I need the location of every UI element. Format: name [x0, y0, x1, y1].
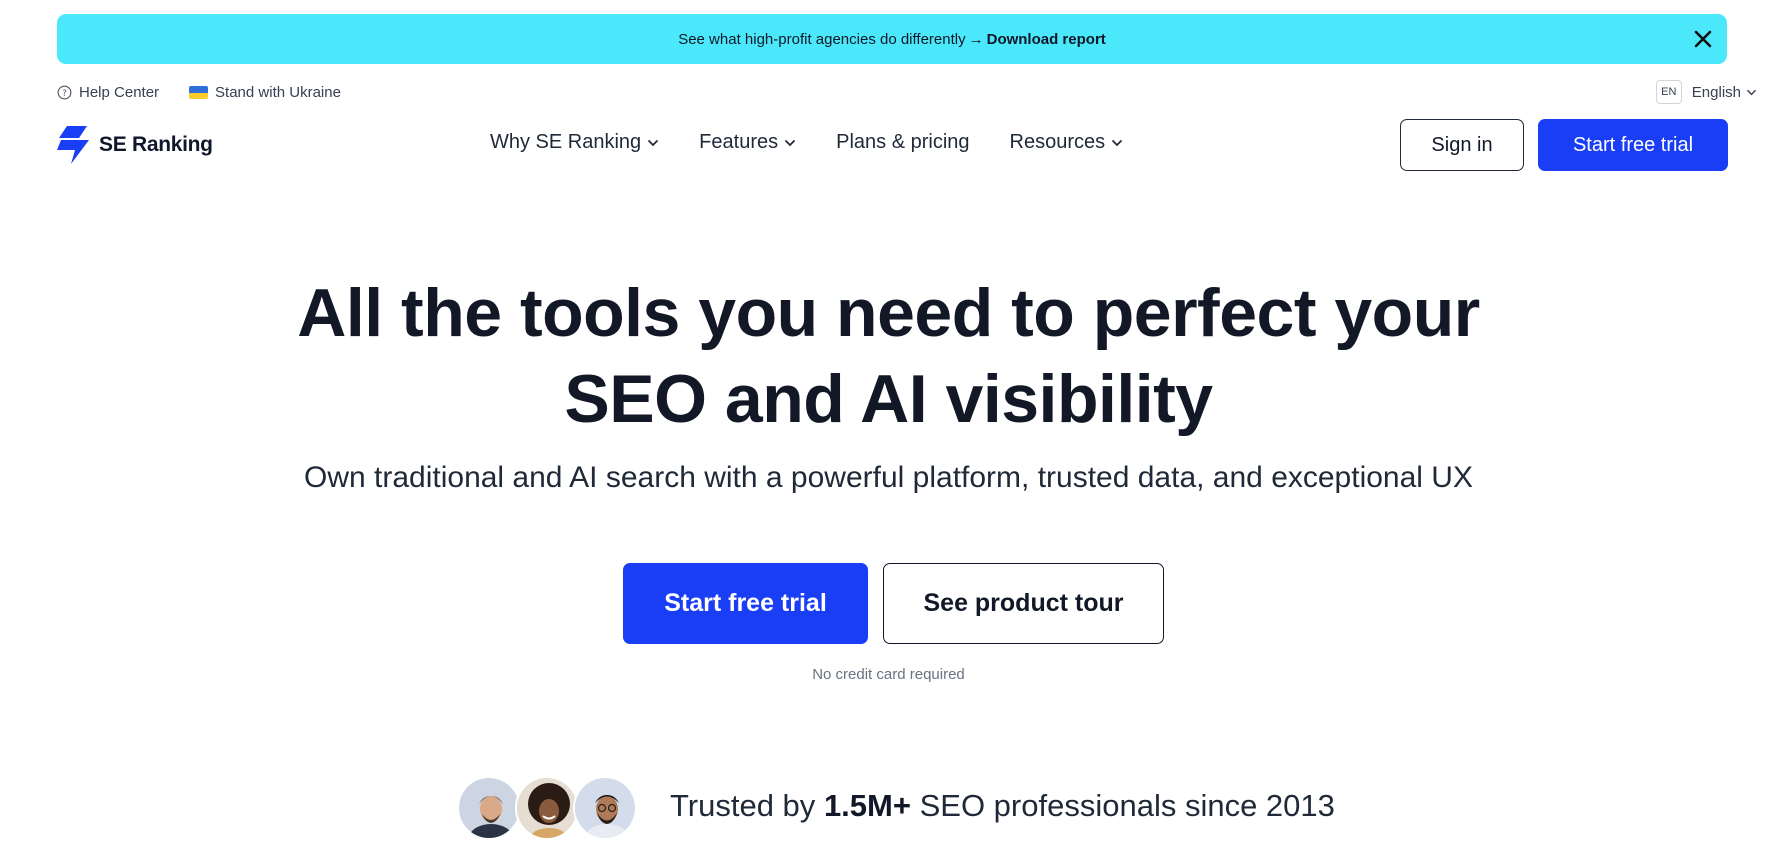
- help-center-link[interactable]: ? Help Center: [57, 84, 159, 101]
- language-selector[interactable]: EN English: [1655, 80, 1757, 104]
- hero-title-line-1: All the tools you need to perfect your: [297, 275, 1480, 351]
- avatar: [457, 776, 521, 840]
- language-name: English: [1691, 83, 1741, 101]
- hero-subtitle: Own traditional and AI search with a pow…: [304, 461, 1473, 494]
- svg-text:?: ?: [62, 88, 66, 98]
- main-nav: Why SE Ranking Features Plans & pricing …: [490, 131, 1163, 154]
- language-code: EN: [1655, 80, 1682, 104]
- hero-title: All the tools you need to perfect your S…: [0, 270, 1777, 442]
- trusted-prefix: Trusted by: [670, 788, 816, 823]
- promo-banner[interactable]: See what high-profit agencies do differe…: [57, 14, 1727, 64]
- help-center-label: Help Center: [79, 84, 160, 101]
- user-count: 1.5M+: [823, 788, 911, 823]
- avatar: [573, 776, 637, 840]
- avatar: [515, 776, 579, 840]
- trusted-by-text: Trusted by 1.5M+ SEO professionals since…: [670, 788, 1335, 824]
- help-circle-icon: ?: [57, 85, 72, 100]
- nav-label: Why SE Ranking: [490, 131, 642, 153]
- nav-label: Resources: [1009, 131, 1106, 153]
- hero-start-free-trial-button[interactable]: Start free trial: [623, 563, 868, 644]
- chevron-down-icon: [1747, 89, 1756, 95]
- logo-text: SE Ranking: [99, 133, 213, 156]
- nav-label: Features: [699, 131, 779, 153]
- banner-text: See what high-profit agencies do differe…: [678, 30, 966, 48]
- ukraine-flag-icon: [189, 86, 209, 99]
- nav-label: Plans & pricing: [836, 131, 970, 153]
- se-ranking-logo-icon: [57, 126, 89, 164]
- utility-bar: ? Help Center Stand with Ukraine: [57, 84, 371, 101]
- hero-title-line-2: SEO and AI visibility: [564, 361, 1213, 437]
- nav-item-why-se-ranking[interactable]: Why SE Ranking: [490, 131, 659, 154]
- nav-item-plans-pricing[interactable]: Plans & pricing: [836, 131, 969, 154]
- nav-item-resources[interactable]: Resources: [1010, 131, 1124, 154]
- nav-item-features[interactable]: Features: [699, 131, 796, 154]
- trusted-suffix: SEO professionals since 2013: [919, 788, 1335, 823]
- start-free-trial-button[interactable]: Start free trial: [1538, 119, 1728, 171]
- close-icon[interactable]: [1691, 27, 1715, 51]
- chevron-down-icon: [1112, 139, 1123, 146]
- chevron-down-icon: [785, 139, 796, 146]
- arrow-right-icon: →: [968, 30, 984, 48]
- stand-with-ukraine-link[interactable]: Stand with Ukraine: [189, 84, 341, 101]
- page: See what high-profit agencies do differe…: [0, 0, 1777, 851]
- see-product-tour-button[interactable]: See product tour: [883, 563, 1164, 644]
- no-credit-card-note: No credit card required: [812, 666, 965, 683]
- sign-in-button[interactable]: Sign in: [1400, 119, 1524, 171]
- download-report-link[interactable]: Download report: [987, 31, 1106, 48]
- logo[interactable]: SE Ranking: [57, 126, 213, 164]
- stand-with-ukraine-label: Stand with Ukraine: [215, 84, 341, 101]
- avatar-group: [457, 776, 637, 840]
- chevron-down-icon: [648, 139, 659, 146]
